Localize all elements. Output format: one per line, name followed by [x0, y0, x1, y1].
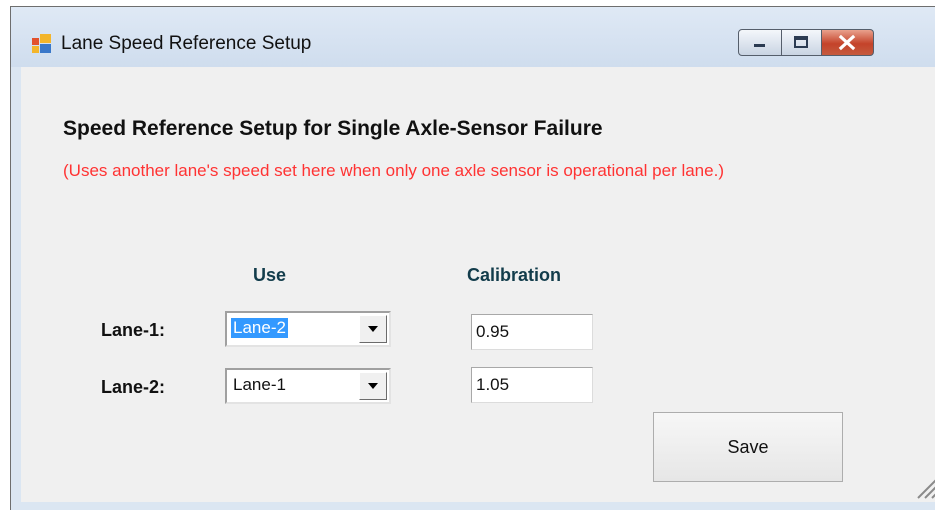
title-bar[interactable]: Lane Speed Reference Setup: [11, 7, 935, 67]
save-button[interactable]: Save: [653, 412, 843, 482]
lane-1-calibration-field[interactable]: [471, 314, 593, 350]
minimize-icon: [754, 44, 765, 47]
lane-1-use-select[interactable]: Lane-2: [225, 311, 391, 347]
lane-2-use-select[interactable]: Lane-1: [225, 368, 391, 404]
lane-1-label: Lane-1:: [101, 320, 166, 340]
lane-1-dropdown-button[interactable]: [359, 315, 387, 343]
form-header: Speed Reference Setup for Single Axle-Se…: [63, 117, 603, 140]
form-note: (Uses another lane's speed set here when…: [63, 161, 724, 180]
close-icon: [838, 34, 856, 51]
close-button[interactable]: [822, 29, 874, 56]
chevron-down-icon: [368, 326, 378, 332]
maximize-button[interactable]: [782, 29, 822, 56]
form-panel: Speed Reference Setup for Single Axle-Se…: [21, 67, 935, 502]
use-column-header: Use: [253, 265, 287, 285]
lane-1-use-value: Lane-2: [231, 318, 288, 338]
app-window: Lane Speed Reference Setup Speed Referen…: [10, 6, 935, 510]
app-window-icon: [32, 34, 51, 53]
calibration-column-header: Calibration: [467, 265, 562, 285]
lane-2-label: Lane-2:: [101, 377, 166, 397]
window-title: Lane Speed Reference Setup: [61, 33, 312, 54]
resize-grip-icon[interactable]: [912, 474, 935, 500]
minimize-button[interactable]: [738, 29, 782, 56]
lane-2-calibration-field[interactable]: [471, 367, 593, 403]
chevron-down-icon: [368, 383, 378, 389]
lane-2-use-value: Lane-1: [233, 375, 286, 394]
maximize-icon: [794, 36, 808, 48]
lane-2-dropdown-button[interactable]: [359, 372, 387, 400]
